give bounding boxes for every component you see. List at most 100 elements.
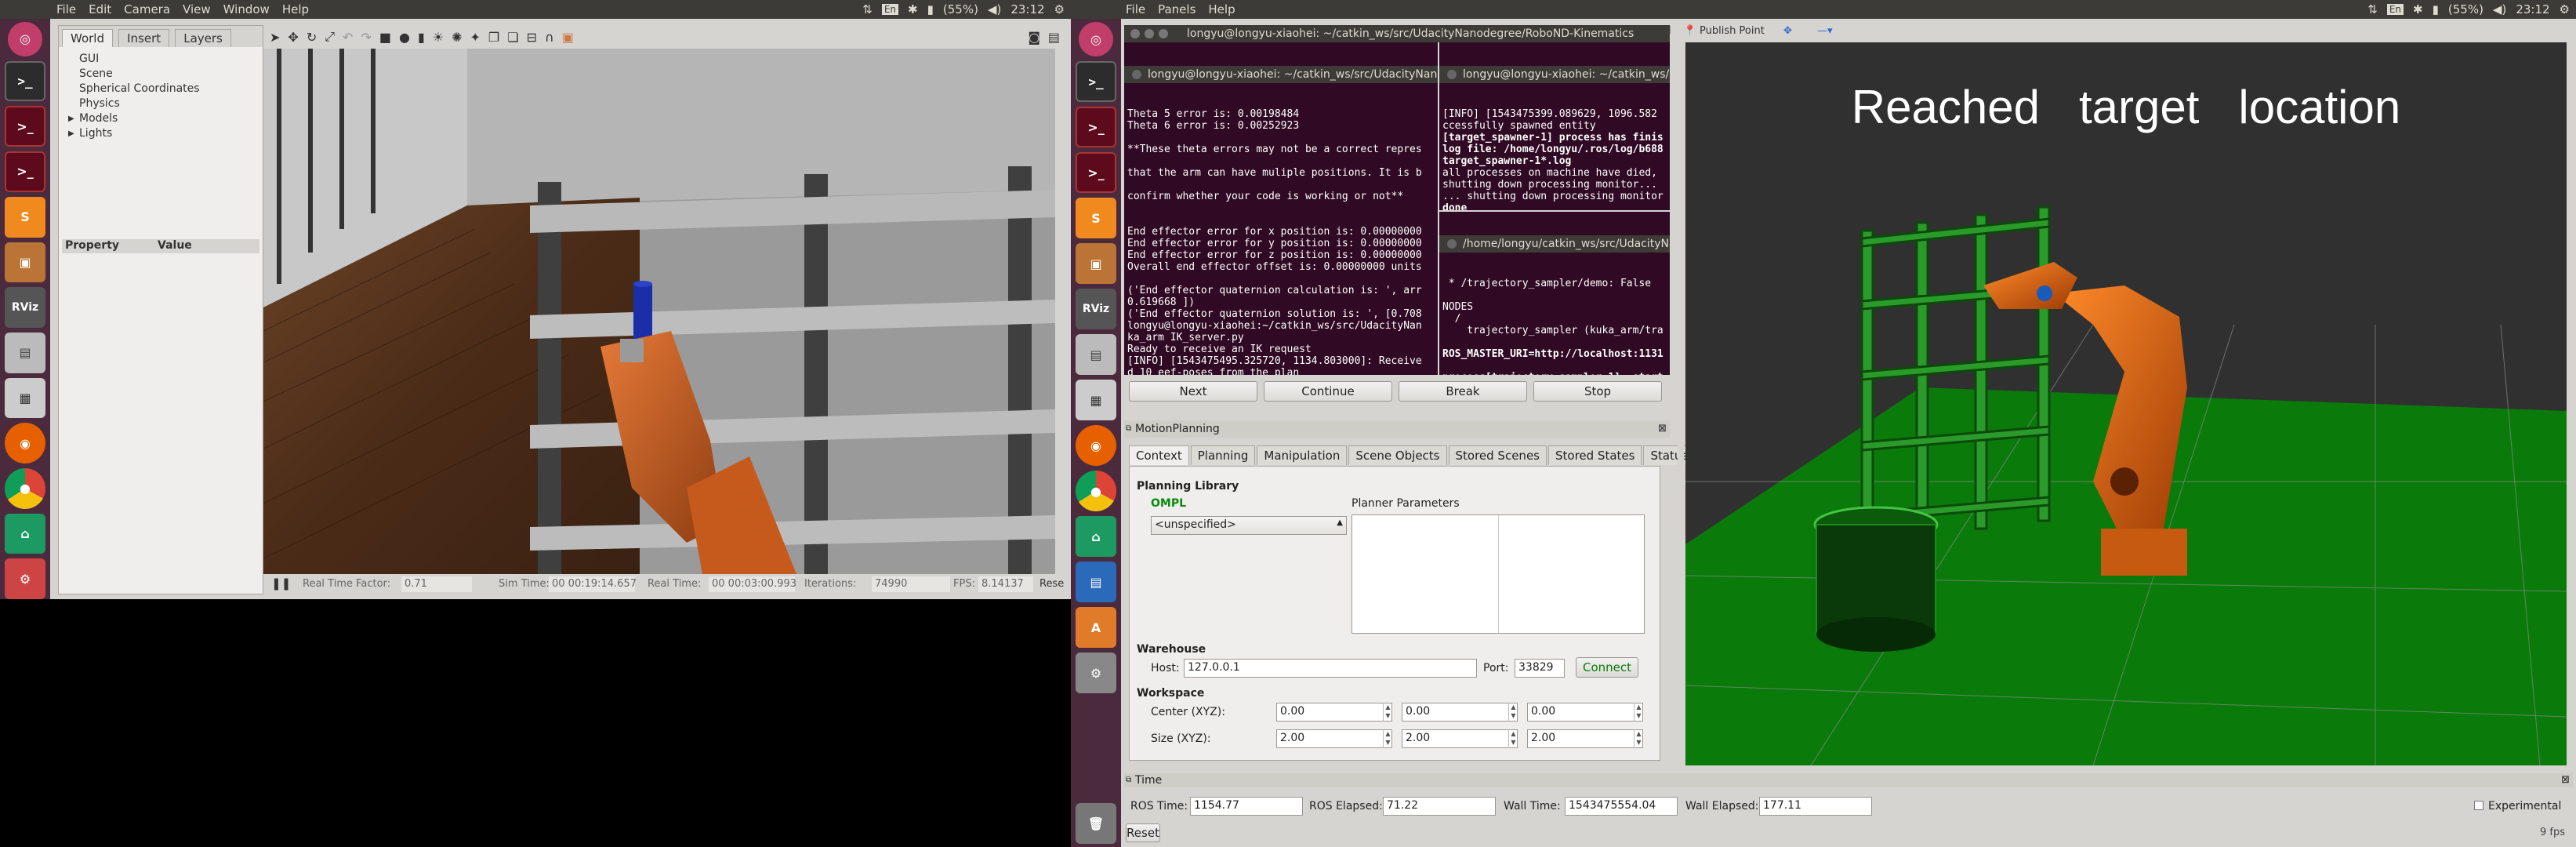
next-button[interactable]: Next [1129, 381, 1257, 402]
snap-icon[interactable]: ∩ [545, 30, 554, 45]
copy-icon[interactable]: ❐ [488, 30, 499, 45]
sphere-shape-icon[interactable]: ● [399, 30, 410, 45]
writer-icon[interactable]: ▤ [1076, 562, 1116, 602]
terminal-icon[interactable]: >_ [5, 151, 45, 192]
gear-icon[interactable]: ⚙ [2560, 2, 2570, 16]
box-shape-icon[interactable]: ■ [379, 30, 391, 45]
keyboard-indicator[interactable]: En [881, 4, 899, 15]
calculator-icon[interactable]: ▦ [1076, 380, 1116, 420]
scale-tool-icon[interactable]: ⤢ [325, 29, 335, 45]
network-icon[interactable]: ⇅ [2367, 2, 2378, 16]
firefox-icon[interactable]: ◉ [5, 423, 45, 463]
chrome-icon[interactable]: ● [5, 467, 45, 509]
volume-icon[interactable]: ◀) [988, 2, 1001, 16]
terminal-bottom-right[interactable]: /home/longyu/catkin_ws/src/UdacityNan * … [1439, 212, 1670, 375]
size-x-input[interactable]: 2.00 [1276, 729, 1392, 748]
remove-tool-icon[interactable]: —▾ [1817, 25, 1833, 37]
close-tab-icon[interactable] [1447, 70, 1457, 79]
publish-point-icon[interactable]: 📍 [1684, 25, 1696, 37]
record-icon[interactable]: ▣ [562, 30, 574, 45]
stop-button[interactable]: Stop [1533, 381, 1662, 402]
rotate-tool-icon[interactable]: ↻ [307, 30, 317, 45]
maximize-window-icon[interactable] [1159, 29, 1168, 38]
rviz-icon[interactable]: RViz [5, 287, 45, 328]
log-icon[interactable]: ▤ [1048, 30, 1060, 45]
viewport-splitter[interactable] [1678, 42, 1684, 765]
sublime-icon[interactable]: S [1076, 198, 1116, 238]
translate-tool-icon[interactable]: ✥ [288, 30, 298, 45]
system-icon[interactable]: ⚙ [5, 558, 45, 600]
align-icon[interactable]: ⊟ [527, 30, 537, 45]
tree-item-gui[interactable]: GUI [79, 52, 263, 67]
terminal-icon[interactable]: >_ [1076, 107, 1116, 147]
close-tab-icon[interactable] [1447, 239, 1457, 249]
close-panel-icon[interactable]: ⊠ [1658, 420, 1667, 438]
ubuntu-icon[interactable]: ◎ [8, 22, 42, 56]
calculator-icon[interactable]: ▦ [5, 377, 45, 419]
files-icon[interactable]: ▤ [1076, 334, 1116, 375]
terminal-icon[interactable]: >_ [5, 106, 45, 147]
tree-item-spherical[interactable]: Spherical Coordinates [79, 82, 263, 96]
minimize-window-icon[interactable] [1145, 29, 1154, 38]
bluetooth-icon[interactable]: ✱ [908, 2, 918, 16]
trash-icon[interactable]: 🗑 [1076, 803, 1116, 844]
move-camera-icon[interactable]: ✥ [1783, 25, 1792, 37]
close-window-icon[interactable] [1130, 29, 1140, 38]
tab-planning[interactable]: Planning [1190, 445, 1256, 465]
gazebo-3d-view[interactable] [263, 49, 1055, 574]
port-input[interactable]: 33829 [1515, 659, 1565, 678]
sun-light-icon[interactable]: ☀ [433, 30, 444, 45]
spinner-arrows-icon[interactable]: ▲ ▼ [1508, 703, 1518, 722]
menu-panels[interactable]: Panels [1158, 2, 1195, 16]
expand-arrow-icon[interactable]: ▶ [68, 111, 74, 126]
clock[interactable]: 23:12 [2516, 2, 2549, 16]
rviz-icon[interactable]: RViz [1076, 289, 1116, 329]
tab-context[interactable]: Context [1129, 445, 1189, 465]
spinner-arrows-icon[interactable]: ▲ ▼ [1508, 729, 1518, 748]
tree-item-models[interactable]: ▶ Models [68, 111, 263, 126]
terminal-icon[interactable]: >_ [1076, 61, 1116, 102]
tab-stored-states[interactable]: Stored States [1547, 445, 1642, 465]
software-icon[interactable]: A [1076, 607, 1116, 648]
gazebo-icon[interactable]: ⌂ [5, 513, 45, 554]
experimental-checkbox[interactable]: Experimental [2474, 800, 2561, 812]
battery-icon[interactable]: ▮ [927, 2, 934, 16]
terminal-icon[interactable]: >_ [1076, 152, 1116, 193]
clock[interactable]: 23:12 [1010, 2, 1044, 16]
terminal-top-right[interactable]: longyu@longyu-xiaohei: ~/catkin_ws/src [… [1439, 42, 1670, 210]
tree-item-scene[interactable]: Scene [79, 67, 263, 82]
tree-item-lights[interactable]: ▶ Lights [68, 126, 263, 141]
break-button[interactable]: Break [1399, 381, 1527, 402]
package-icon[interactable]: ▣ [5, 242, 45, 283]
keyboard-indicator[interactable]: En [2386, 4, 2404, 15]
planner-select[interactable]: <unspecified> ▲ [1151, 516, 1347, 535]
center-z-input[interactable]: 0.00 [1527, 703, 1643, 722]
pause-button[interactable]: ❚❚ [271, 576, 291, 591]
reset-time-button[interactable]: Rese [1039, 578, 1064, 590]
spinner-arrows-icon[interactable]: ▲ ▼ [1383, 729, 1392, 748]
terminal-main-body[interactable]: longyu@longyu-xiaohei: ~/catkin_ws/src/U… [1124, 42, 1438, 375]
planner-params-table[interactable] [1351, 514, 1645, 634]
chrome-icon[interactable]: ● [1076, 471, 1116, 511]
menu-file[interactable]: File [56, 2, 76, 16]
tab-manipulation[interactable]: Manipulation [1257, 445, 1348, 465]
spinner-arrows-icon[interactable]: ▲ ▼ [1634, 703, 1643, 722]
continue-button[interactable]: Continue [1264, 381, 1392, 402]
bluetooth-icon[interactable]: ✱ [2413, 2, 2423, 16]
gazebo-icon[interactable]: ⌂ [1076, 516, 1116, 557]
center-x-input[interactable]: 0.00 [1276, 703, 1392, 722]
battery-icon[interactable]: ▮ [2433, 2, 2439, 16]
tab-insert[interactable]: Insert [118, 29, 170, 47]
package-icon[interactable]: ▣ [1076, 243, 1116, 284]
expand-arrow-icon[interactable]: ▶ [68, 126, 74, 141]
reset-button[interactable]: Reset [1126, 823, 1160, 842]
tab-world[interactable]: World [62, 29, 113, 47]
firefox-icon[interactable]: ◉ [1076, 425, 1116, 466]
menu-view[interactable]: View [183, 2, 211, 16]
tab-stored-scenes[interactable]: Stored Scenes [1448, 445, 1547, 465]
paste-icon[interactable]: ❏ [507, 30, 518, 45]
host-input[interactable]: 127.0.0.1 [1184, 659, 1477, 678]
tab-layers[interactable]: Layers [175, 29, 231, 47]
connect-button[interactable]: Connect [1576, 657, 1638, 678]
spinner-arrows-icon[interactable]: ▲ ▼ [1383, 703, 1392, 722]
